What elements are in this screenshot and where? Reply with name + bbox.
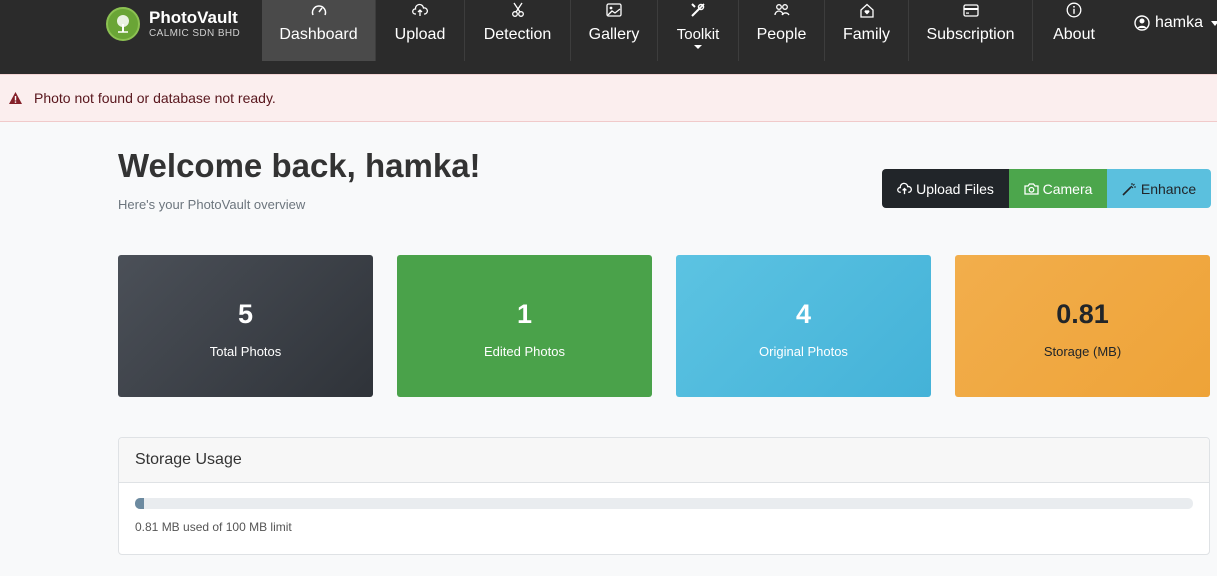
nav-label: Toolkit [676, 26, 720, 43]
nav-label: Detection [483, 26, 552, 43]
stat-card-total-photos: 5 Total Photos [118, 255, 373, 397]
speedometer-icon [311, 2, 327, 18]
nav-label: Upload [394, 26, 446, 43]
nav-gallery[interactable]: Gallery [571, 0, 658, 61]
enhance-label: Enhance [1140, 180, 1197, 197]
user-menu-dropdown[interactable]: hamka [1134, 14, 1217, 32]
nav-label: People [756, 26, 807, 43]
info-icon [1066, 2, 1082, 18]
nav-label: Subscription [926, 26, 1015, 43]
nav-subscription[interactable]: Subscription [909, 0, 1033, 61]
warning-triangle-icon [8, 91, 23, 105]
camera-button[interactable]: Camera [1009, 169, 1107, 208]
brand[interactable]: PhotoVault CALMIC SDN BHD [106, 6, 240, 42]
people-icon [773, 2, 790, 18]
camera-label: Camera [1042, 180, 1093, 197]
house-heart-icon [859, 2, 875, 18]
stat-label: Total Photos [209, 344, 282, 359]
storage-progress-fill [135, 498, 144, 509]
brand-name: PhotoVault [149, 8, 238, 27]
storage-progress-bar [135, 498, 1193, 509]
nav-dashboard[interactable]: Dashboard [262, 0, 376, 61]
user-circle-icon [1134, 15, 1150, 31]
nav-people[interactable]: People [739, 0, 825, 61]
page-subtitle: Here's your PhotoVault overview [118, 197, 306, 212]
stat-value: 1 [516, 299, 533, 329]
nav-detection[interactable]: Detection [465, 0, 571, 61]
nav-label: Gallery [588, 26, 640, 43]
stat-value: 4 [795, 299, 812, 329]
camera-icon [1023, 182, 1039, 195]
chevron-down-icon [1211, 20, 1217, 26]
error-alert: Photo not found or database not ready. [0, 74, 1217, 122]
nav-upload[interactable]: Upload [376, 0, 465, 61]
stat-value: 5 [237, 299, 254, 329]
magic-wand-icon [1122, 182, 1137, 196]
tree-logo-icon [106, 7, 140, 41]
nav-label: Dashboard [279, 26, 358, 43]
stat-label: Edited Photos [484, 344, 565, 359]
stat-card-original-photos: 4 Original Photos [676, 255, 931, 397]
upload-files-label: Upload Files [916, 180, 994, 197]
nav-label: About [1053, 26, 1095, 43]
storage-usage-title: Storage Usage [119, 438, 1209, 483]
storage-usage-text: 0.81 MB used of 100 MB limit [135, 520, 292, 534]
nav-label: Family [842, 26, 891, 43]
alert-message: Photo not found or database not ready. [34, 90, 276, 106]
nav-family[interactable]: Family [825, 0, 909, 61]
image-icon [606, 2, 622, 18]
storage-usage-card: Storage Usage 0.81 MB used of 100 MB lim… [118, 437, 1210, 555]
cloud-upload-icon [412, 2, 428, 18]
action-button-group: Upload Files Camera Enhance [882, 169, 1211, 208]
top-navbar: PhotoVault CALMIC SDN BHD Dashboard Uplo… [0, 0, 1217, 74]
nav-about[interactable]: About [1033, 0, 1115, 61]
username: hamka [1155, 14, 1204, 31]
stat-card-edited-photos: 1 Edited Photos [397, 255, 652, 397]
brand-subtitle: CALMIC SDN BHD [149, 28, 241, 39]
stat-value: 0.81 [1056, 299, 1109, 329]
tools-icon [690, 2, 706, 18]
cloud-upload-icon [897, 182, 913, 195]
stat-card-storage: 0.81 Storage (MB) [955, 255, 1210, 397]
scissors-icon [510, 2, 526, 18]
enhance-button[interactable]: Enhance [1107, 169, 1211, 208]
page-title: Welcome back, hamka! [118, 147, 481, 184]
stat-label: Storage (MB) [1043, 344, 1122, 359]
credit-card-icon [962, 2, 979, 18]
upload-files-button[interactable]: Upload Files [882, 169, 1009, 208]
chevron-down-icon [694, 45, 702, 49]
stat-label: Original Photos [759, 344, 848, 359]
nav-toolkit-dropdown[interactable]: Toolkit [658, 0, 739, 61]
